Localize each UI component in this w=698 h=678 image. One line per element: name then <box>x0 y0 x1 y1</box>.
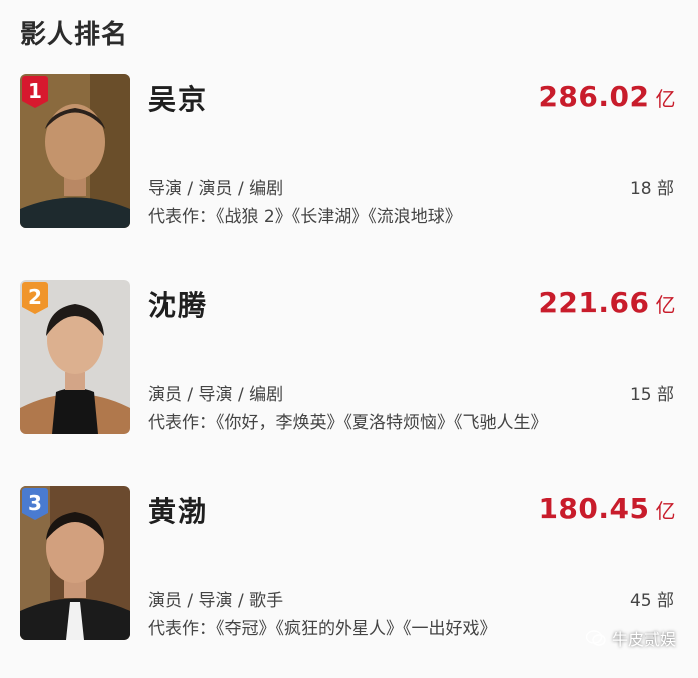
film-count: 18 部 <box>629 179 674 199</box>
page-title: 影人排名 <box>20 20 129 50</box>
representative-works: 代表作：《战狼 2》《长津湖》《流浪地球》 <box>148 207 462 227</box>
person-roles: 导演 / 演员 / 编剧 <box>148 179 284 199</box>
person-name[interactable]: 吴京 <box>148 78 208 118</box>
watermark: 牛皮贰娱 <box>585 626 676 650</box>
box-office-unit: 亿 <box>655 499 676 523</box>
film-count: 15 部 <box>629 385 674 405</box>
ranking-item[interactable]: 2 沈腾 221.66 亿 演员 / 导演 / 编剧 15 部 代表作：《你好，李… <box>0 280 698 450</box>
person-name[interactable]: 黄渤 <box>148 490 208 530</box>
representative-works: 代表作：《夺冠》《疯狂的外星人》《一出好戏》 <box>148 619 497 639</box>
box-office-value: 286.02 <box>538 80 650 113</box>
wechat-icon <box>585 630 606 646</box>
box-office-value: 180.45 <box>538 492 650 525</box>
box-office-unit: 亿 <box>655 293 676 317</box>
person-name[interactable]: 沈腾 <box>148 284 208 324</box>
watermark-text: 牛皮贰娱 <box>611 630 676 649</box>
representative-works: 代表作：《你好，李焕英》《夏洛特烦恼》《飞驰人生》 <box>148 413 548 433</box>
ranking-item[interactable]: 1 吴京 286.02 亿 导演 / 演员 / 编剧 18 部 代表作：《战狼 2… <box>0 74 698 244</box>
box-office-unit: 亿 <box>655 87 676 111</box>
box-office-total: 221.66 亿 <box>538 286 676 319</box>
box-office-total: 286.02 亿 <box>538 80 676 113</box>
box-office-value: 221.66 <box>538 286 650 319</box>
box-office-total: 180.45 亿 <box>538 492 676 525</box>
person-roles: 演员 / 导演 / 歌手 <box>148 591 284 611</box>
person-roles: 演员 / 导演 / 编剧 <box>148 385 284 405</box>
film-count: 45 部 <box>629 591 674 611</box>
